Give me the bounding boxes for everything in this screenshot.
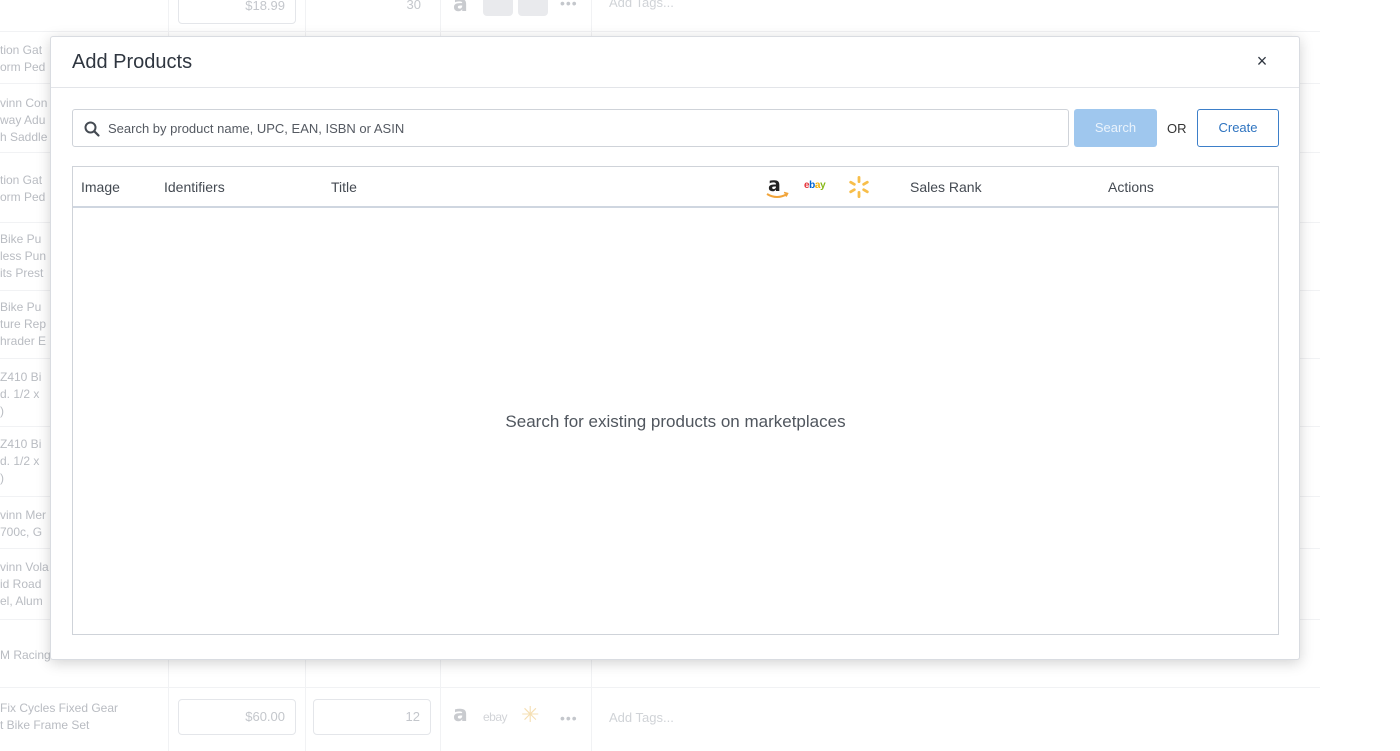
more-options-icon[interactable]: ••• [560, 710, 578, 726]
product-row[interactable]: Fix Cycles Fixed Gear t Bike Frame Set $… [0, 688, 1320, 751]
amazon-icon[interactable]: a [453, 704, 468, 726]
add-tags-field[interactable]: Add Tags... [609, 0, 674, 10]
search-button[interactable]: Search [1074, 109, 1157, 147]
column-header-sales-rank[interactable]: Sales Rank [910, 179, 982, 195]
search-input[interactable] [108, 111, 1058, 145]
close-icon[interactable]: × [1251, 50, 1273, 72]
create-button[interactable]: Create [1197, 109, 1279, 147]
walmart-icon[interactable]: ✳ [521, 704, 539, 726]
product-name-line: t Bike Frame Set [0, 718, 90, 732]
walmart-icon[interactable] [518, 0, 548, 16]
ebay-icon[interactable]: ebay [483, 710, 508, 724]
ebay-icon[interactable] [483, 0, 513, 16]
more-options-icon[interactable]: ••• [560, 0, 578, 11]
search-field[interactable] [72, 109, 1069, 147]
amazon-icon[interactable]: a [453, 0, 468, 16]
ebay-icon: ebay [804, 180, 826, 191]
modal-title: Add Products [72, 51, 193, 73]
quantity-input[interactable]: 30 [313, 0, 431, 24]
add-products-modal: Add Products × Search OR Create Image Id… [50, 36, 1300, 660]
column-header-actions: Actions [1108, 179, 1154, 195]
column-header-identifiers[interactable]: Identifiers [164, 179, 225, 195]
price-input[interactable]: $18.99 [178, 0, 296, 24]
amazon-icon: a [766, 174, 789, 198]
modal-header: Add Products × [51, 37, 1299, 88]
or-label: OR [1167, 121, 1187, 136]
product-row[interactable]: $18.99 30 a ••• Add Tags... [0, 0, 1320, 32]
walmart-icon [849, 176, 869, 198]
product-name-line: Fix Cycles Fixed Gear [0, 701, 119, 715]
column-header-title[interactable]: Title [331, 179, 357, 195]
search-icon [84, 121, 100, 137]
add-tags-field[interactable]: Add Tags... [609, 710, 674, 725]
svg-text:a: a [768, 174, 781, 196]
column-header-image[interactable]: Image [81, 179, 120, 195]
price-input[interactable]: $60.00 [178, 699, 296, 735]
product-name: Fix Cycles Fixed Gear t Bike Frame Set [0, 700, 168, 734]
quantity-input[interactable]: 12 [313, 699, 431, 735]
empty-state-message: Search for existing products on marketpl… [505, 412, 846, 431]
table-header: Image Identifiers Title a ebay Sales Ran… [73, 167, 1278, 208]
results-table: Image Identifiers Title a ebay Sales Ran… [72, 166, 1279, 635]
